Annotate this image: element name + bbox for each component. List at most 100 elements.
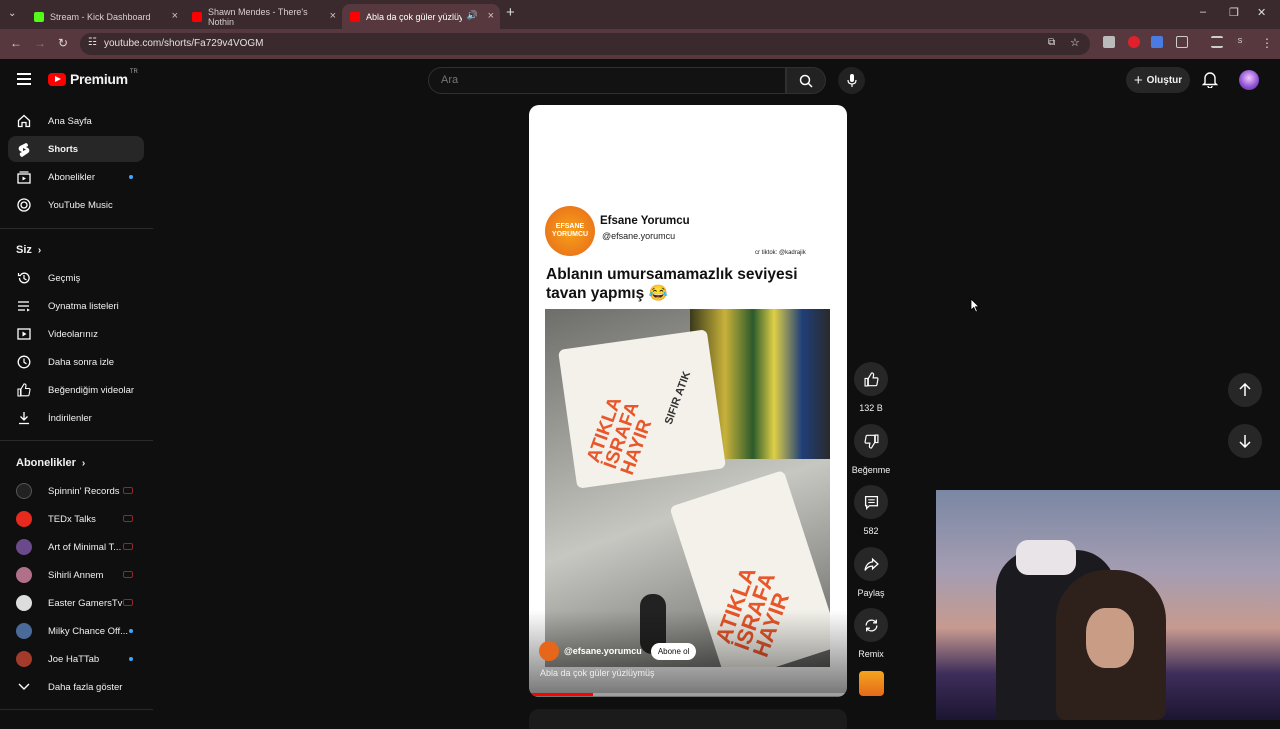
remix-action[interactable]: Remix (851, 608, 891, 659)
overlay-channel[interactable]: @efsane.yorumcu Abone ol (539, 641, 697, 661)
comments-action[interactable]: 582 (851, 485, 891, 536)
translate-icon[interactable] (1151, 36, 1163, 48)
extension-icon[interactable] (1103, 36, 1115, 48)
hamburger-menu-icon[interactable] (17, 73, 31, 85)
sidebar-item-playlists[interactable]: Oynatma listeleri (8, 293, 144, 319)
live-icon (123, 599, 133, 606)
sidebar-sub-spinnin[interactable]: Spinnin' Records (8, 478, 144, 504)
browser-tab-kick[interactable]: Stream - Kick Dashboard × (26, 4, 184, 29)
forward-icon[interactable]: → (34, 36, 46, 50)
like-action[interactable]: 132 B (851, 362, 891, 413)
account-avatar[interactable] (1239, 70, 1259, 90)
country-code: TR (129, 69, 138, 75)
profile-avatar[interactable]: S (1234, 36, 1246, 48)
remix-button[interactable] (854, 608, 888, 642)
share-action[interactable]: Paylaş (851, 547, 891, 598)
close-icon[interactable]: × (488, 10, 494, 22)
sidebar-item-label: Ana Sayfa (48, 115, 92, 127)
channel-logo: EFSANE YORUMCU (545, 206, 595, 256)
kick-icon (34, 11, 44, 22)
browser-tab-shawn[interactable]: Shawn Mendes - There's Nothin × (184, 4, 342, 29)
tab-title: Abla da çok güler yüzlüymüş (366, 11, 462, 22)
sidebar-item-label: Art of Minimal T... (48, 541, 122, 553)
sidebar-item-home[interactable]: Ana Sayfa (8, 108, 144, 134)
sidebar-item-subscriptions[interactable]: Abonelikler (8, 164, 144, 190)
live-icon (123, 543, 133, 550)
arrow-down-icon (1239, 435, 1251, 448)
previous-short-button[interactable] (1228, 373, 1262, 407)
extension-icon[interactable] (1128, 36, 1140, 48)
like-icon (16, 382, 32, 398)
sidebar-sub-tedx[interactable]: TEDx Talks (8, 506, 144, 532)
search-button[interactable] (786, 67, 826, 94)
search-box[interactable] (428, 67, 786, 94)
sidebar-item-watch-later[interactable]: Daha sonra izle (8, 349, 144, 375)
dislike-action[interactable]: Beğenme (851, 424, 891, 475)
reload-icon[interactable]: ↻ (58, 36, 68, 50)
sidebar-item-label: Geçmiş (48, 272, 81, 284)
create-label: Oluştur (1146, 74, 1183, 86)
subscriptions-section-header[interactable]: Abonelikler › (16, 457, 85, 469)
home-icon (16, 113, 32, 129)
overlay-title[interactable]: Abla da çok güler yüzlüymüş (540, 668, 655, 678)
search-input[interactable] (441, 74, 741, 86)
speaker-icon[interactable]: 🔊 (467, 10, 478, 21)
overlay-handle[interactable]: @efsane.yorumcu (564, 646, 642, 656)
shorts-player[interactable]: EFSANE YORUMCU Efsane Yorumcu @efsane.yo… (529, 105, 847, 697)
youtube-premium-logo[interactable]: Premium TR (48, 69, 138, 87)
close-icon[interactable]: × (330, 10, 336, 22)
create-button[interactable]: + Oluştur (1126, 67, 1190, 93)
channel-avatar (16, 623, 32, 639)
new-tab-icon[interactable]: + (506, 4, 515, 21)
subscribe-button[interactable]: Abone ol (650, 642, 697, 660)
bookmark-star-icon[interactable]: ☆ (1070, 36, 1080, 49)
close-icon[interactable]: × (172, 10, 178, 22)
sidebar-item-your-videos[interactable]: Videolarınız (8, 321, 144, 347)
tab-search-icon[interactable]: ⌄ (8, 8, 16, 19)
shorts-icon (16, 141, 32, 157)
you-section-header[interactable]: Siz › (16, 244, 41, 256)
next-short-button[interactable] (1228, 424, 1262, 458)
chevron-right-icon: › (81, 457, 86, 469)
minimize-icon[interactable]: – (1200, 6, 1206, 18)
sidebar-sub-milky-chance[interactable]: Milky Chance Off... (8, 618, 144, 644)
sidebar-item-history[interactable]: Geçmiş (8, 265, 144, 291)
restore-icon[interactable]: ❐ (1229, 6, 1239, 19)
youtube-icon (192, 11, 202, 22)
media-controls-icon[interactable] (1211, 36, 1223, 48)
comments-button[interactable] (854, 485, 888, 519)
sidebar-item-downloads[interactable]: İndirilenler (8, 405, 144, 431)
sidebar-sub-art-of-minimal[interactable]: Art of Minimal T... (8, 534, 144, 560)
tiktok-credit: cr tiktok: @kadrajik (755, 250, 806, 256)
channel-avatar (16, 651, 32, 667)
dislike-button[interactable] (854, 424, 888, 458)
back-icon[interactable]: ← (10, 36, 22, 50)
sound-thumbnail[interactable] (859, 671, 884, 696)
sidebar-item-label: Videolarınız (48, 328, 98, 340)
more-vert-icon[interactable]: ⋮ (1261, 36, 1273, 50)
sidebar-sub-joe-hattab[interactable]: Joe HaTTab (8, 646, 144, 672)
window-close-icon[interactable]: ✕ (1257, 6, 1266, 19)
dislike-label: Beğenme (851, 465, 891, 475)
sidebar-item-label: Beğendiğim videolar (48, 384, 135, 396)
sidebar-sub-sihirli-annem[interactable]: Sihirli Annem (8, 562, 144, 588)
sidebar-item-label: Abonelikler (48, 171, 95, 183)
browser-tab-abla[interactable]: Abla da çok güler yüzlüymüş 🔊 × (342, 4, 500, 29)
sidebar-item-shorts[interactable]: Shorts (8, 136, 144, 162)
url-text: youtube.com/shorts/Fa729v4VOGM (104, 38, 264, 49)
voice-search-button[interactable] (838, 67, 865, 94)
progress-bar[interactable] (529, 693, 847, 696)
sidebar-item-youtube-music[interactable]: YouTube Music (8, 192, 144, 218)
extensions-puzzle-icon[interactable] (1176, 36, 1188, 48)
notifications-button[interactable] (1201, 71, 1219, 93)
sidebar-item-liked-videos[interactable]: Beğendiğim videolar (8, 377, 144, 403)
install-icon[interactable]: ⧉ (1048, 37, 1055, 48)
show-more-button[interactable]: Daha fazla göster (8, 674, 144, 700)
site-info-icon[interactable]: ☷ (88, 37, 97, 48)
sidebar-item-label: Sihirli Annem (48, 569, 104, 581)
url-field[interactable]: ☷ youtube.com/shorts/Fa729v4VOGM ⧉ ☆ (80, 33, 1090, 55)
like-button[interactable] (854, 362, 888, 396)
sidebar-sub-easter-gamers[interactable]: Easter GamersTv (8, 590, 144, 616)
video-caption: Ablanın umursamamazlık seviyesi tavan ya… (546, 266, 798, 302)
share-button[interactable] (854, 547, 888, 581)
